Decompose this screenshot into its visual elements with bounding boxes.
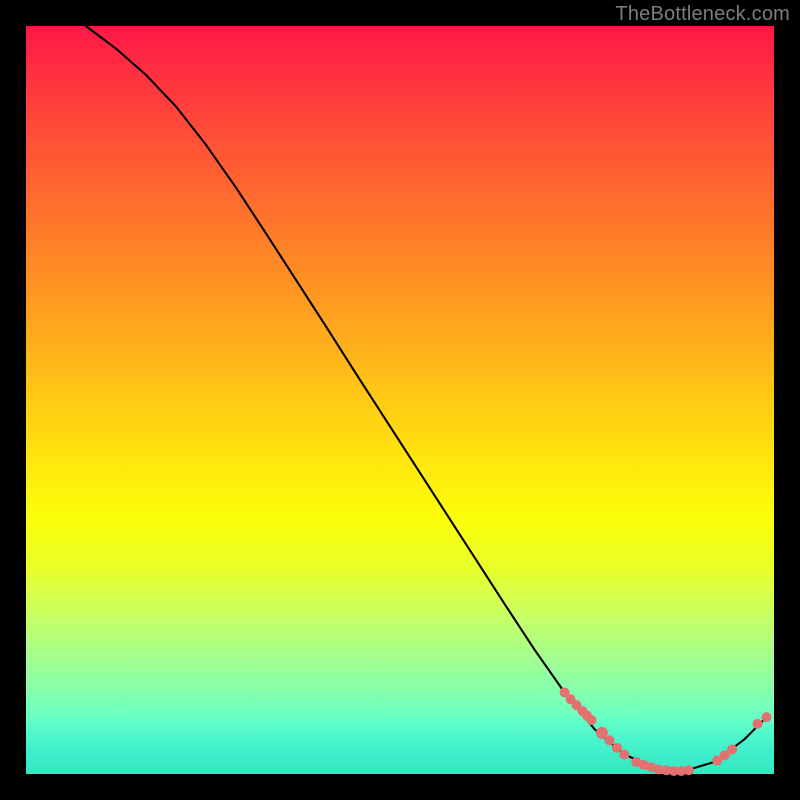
data-point xyxy=(762,712,772,722)
data-point xyxy=(619,750,629,760)
data-point xyxy=(604,735,614,745)
curve-markers xyxy=(560,687,772,776)
watermark-text: TheBottleneck.com xyxy=(615,3,790,26)
data-point xyxy=(612,743,622,753)
data-point xyxy=(684,765,694,775)
data-point xyxy=(727,744,737,754)
chart-frame: TheBottleneck.com xyxy=(0,0,800,800)
plot-area xyxy=(26,26,774,774)
curve-svg xyxy=(26,26,774,774)
data-point xyxy=(753,719,763,729)
data-point xyxy=(586,715,596,725)
bottleneck-curve xyxy=(86,26,767,771)
